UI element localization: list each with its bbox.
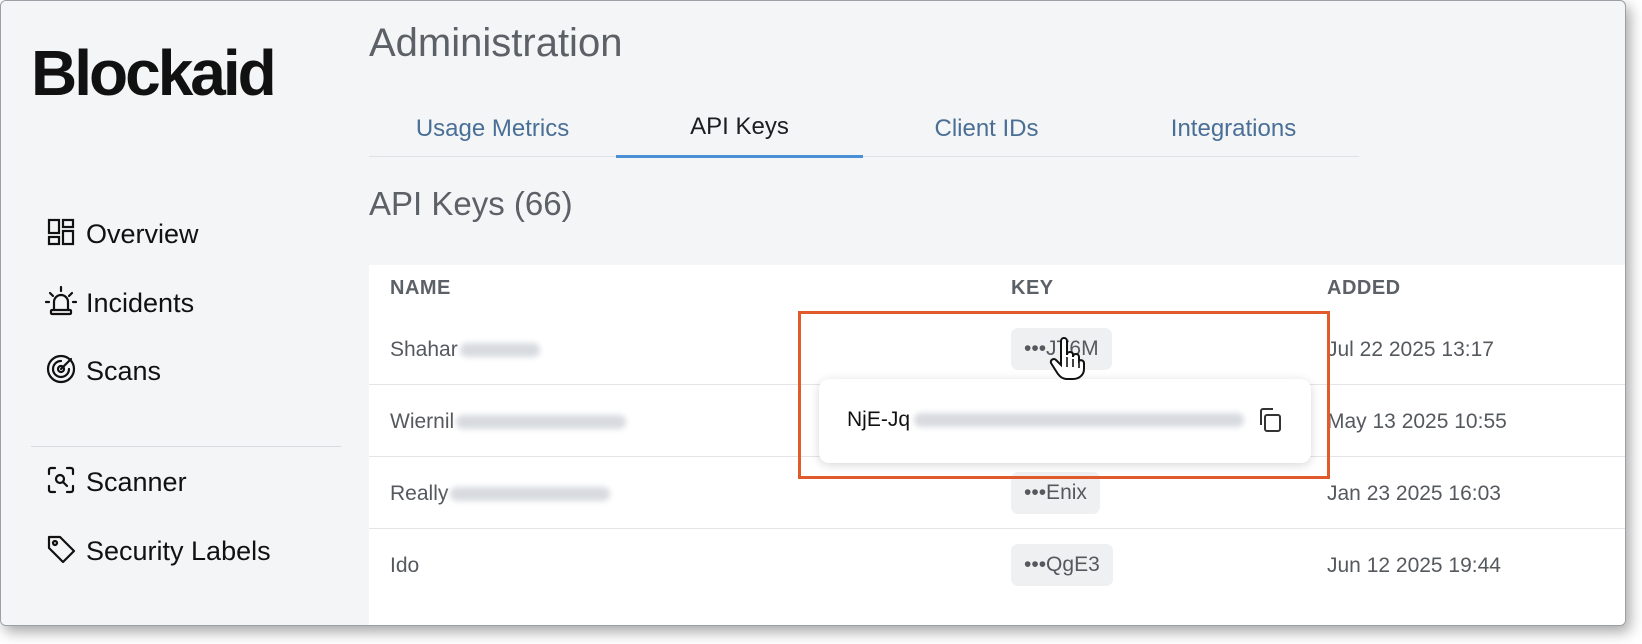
tab-api-keys[interactable]: API Keys [616, 105, 863, 158]
tab-usage-metrics[interactable]: Usage Metrics [369, 105, 616, 156]
sidebar-item-label: Overview [86, 218, 199, 249]
row-name-text: Wiernil [390, 410, 455, 433]
dashboard-icon [45, 216, 77, 253]
row-added: Jan 23 2025 16:03 [1327, 482, 1501, 505]
sidebar-item-incidents[interactable]: Incidents [44, 283, 195, 323]
row-name: Ido [390, 554, 419, 578]
sidebar-item-scanner[interactable]: Scanner [45, 462, 187, 502]
row-added: Jul 22 2025 13:17 [1327, 338, 1494, 361]
key-chip[interactable]: •••QgE3 [1011, 544, 1113, 586]
sidebar-item-overview[interactable]: Overview [45, 214, 199, 254]
section-title: API Keys (66) [369, 185, 573, 222]
sidebar-item-label: Security Labels [86, 535, 271, 566]
table-row[interactable]: Ido •••QgE3 Jun 12 2025 19:44 [369, 529, 1625, 601]
row-added: May 13 2025 10:55 [1327, 410, 1507, 433]
sidebar-divider [31, 446, 341, 447]
scan-search-icon [45, 464, 77, 501]
page-title: Administration [369, 21, 623, 65]
row-name: Wiernil [390, 410, 627, 434]
redacted-text [450, 487, 611, 502]
row-name-text: Ido [390, 554, 420, 577]
sidebar-item-label: Incidents [86, 287, 195, 318]
tag-icon [45, 533, 77, 570]
radar-icon [45, 353, 77, 390]
sidebar-item-label: Scanner [86, 466, 187, 497]
brand-logo[interactable]: Blockaid [31, 37, 277, 109]
row-name: Really [390, 482, 611, 506]
redacted-text [459, 343, 540, 358]
sidebar-item-security-labels[interactable]: Security Labels [45, 531, 271, 571]
tab-integrations[interactable]: Integrations [1110, 105, 1357, 156]
sidebar-item-label: Scans [86, 355, 162, 386]
app-window: Blockaid Overview Incidents Scans Scanne… [0, 0, 1626, 626]
hand-cursor-icon [1047, 337, 1087, 381]
tab-client-ids[interactable]: Client IDs [863, 105, 1110, 156]
redacted-text [456, 415, 627, 430]
column-header-added[interactable]: ADDED [1327, 277, 1401, 300]
row-name-text: Shahar [390, 338, 458, 361]
row-name-text: Really [390, 482, 449, 505]
row-added: Jun 12 2025 19:44 [1327, 554, 1501, 577]
sidebar-item-scans[interactable]: Scans [45, 351, 161, 391]
column-header-key[interactable]: KEY [1011, 277, 1054, 300]
sidebar: Blockaid Overview Incidents Scans Scanne… [1, 1, 361, 625]
row-name: Shahar [390, 338, 540, 362]
tab-bar: Usage Metrics API Keys Client IDs Integr… [369, 105, 1359, 158]
siren-icon [44, 285, 78, 322]
column-header-name[interactable]: NAME [390, 277, 451, 300]
